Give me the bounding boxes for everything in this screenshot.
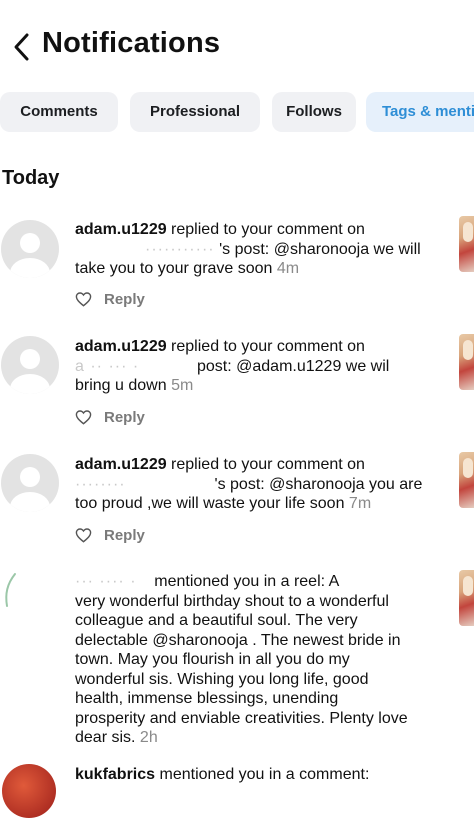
- reply-row[interactable]: Reply: [75, 524, 145, 546]
- notification-text: adam.u1229 replied to your comment on a …: [75, 338, 390, 394]
- reply-button[interactable]: Reply: [104, 409, 145, 426]
- timestamp: 7m: [348, 495, 372, 512]
- tab-follows[interactable]: Follows: [272, 92, 356, 132]
- avatar[interactable]: [1, 336, 59, 394]
- avatar[interactable]: [1, 220, 59, 278]
- post-thumbnail[interactable]: [459, 216, 474, 272]
- reply-button[interactable]: Reply: [104, 291, 145, 308]
- post-thumbnail[interactable]: [459, 334, 474, 390]
- post-thumbnail[interactable]: [459, 570, 474, 626]
- username[interactable]: adam.u1229: [75, 338, 167, 355]
- avatar[interactable]: [2, 764, 56, 818]
- page-title: Notifications: [42, 27, 221, 59]
- back-button[interactable]: [8, 30, 38, 64]
- avatar[interactable]: [1, 568, 59, 626]
- chevron-left-icon: [14, 33, 29, 61]
- notification-text: ··· ···· · mentioned you in a reel: A ve…: [75, 573, 408, 746]
- notification-text: adam.u1229 replied to your comment on ··…: [75, 221, 421, 277]
- header: Notifications: [0, 0, 474, 92]
- notification-text: kukfabrics mentioned you in a comment:: [75, 766, 370, 783]
- heart-icon[interactable]: [75, 291, 92, 307]
- username[interactable]: adam.u1229: [75, 221, 167, 238]
- tab-comments[interactable]: Comments: [0, 92, 118, 132]
- username[interactable]: kukfabrics: [75, 766, 155, 783]
- avatar[interactable]: [1, 454, 59, 512]
- reply-button[interactable]: Reply: [104, 527, 145, 544]
- heart-icon[interactable]: [75, 527, 92, 543]
- timestamp: 5m: [171, 377, 194, 394]
- heart-icon[interactable]: [75, 409, 92, 425]
- tab-tags-mentions[interactable]: Tags & menti: [366, 92, 474, 132]
- username[interactable]: adam.u1229: [75, 456, 167, 473]
- timestamp: 4m: [276, 260, 300, 277]
- timestamp: 2h: [139, 729, 158, 746]
- notification-text: adam.u1229 replied to your comment on ··…: [75, 456, 423, 512]
- tab-professional[interactable]: Professional: [130, 92, 260, 132]
- reply-row[interactable]: Reply: [75, 288, 145, 310]
- filter-tabs: Comments Professional Follows Tags & men…: [0, 92, 474, 134]
- post-thumbnail[interactable]: [459, 452, 474, 508]
- reply-row[interactable]: Reply: [75, 406, 145, 428]
- section-title-today: Today: [2, 167, 60, 189]
